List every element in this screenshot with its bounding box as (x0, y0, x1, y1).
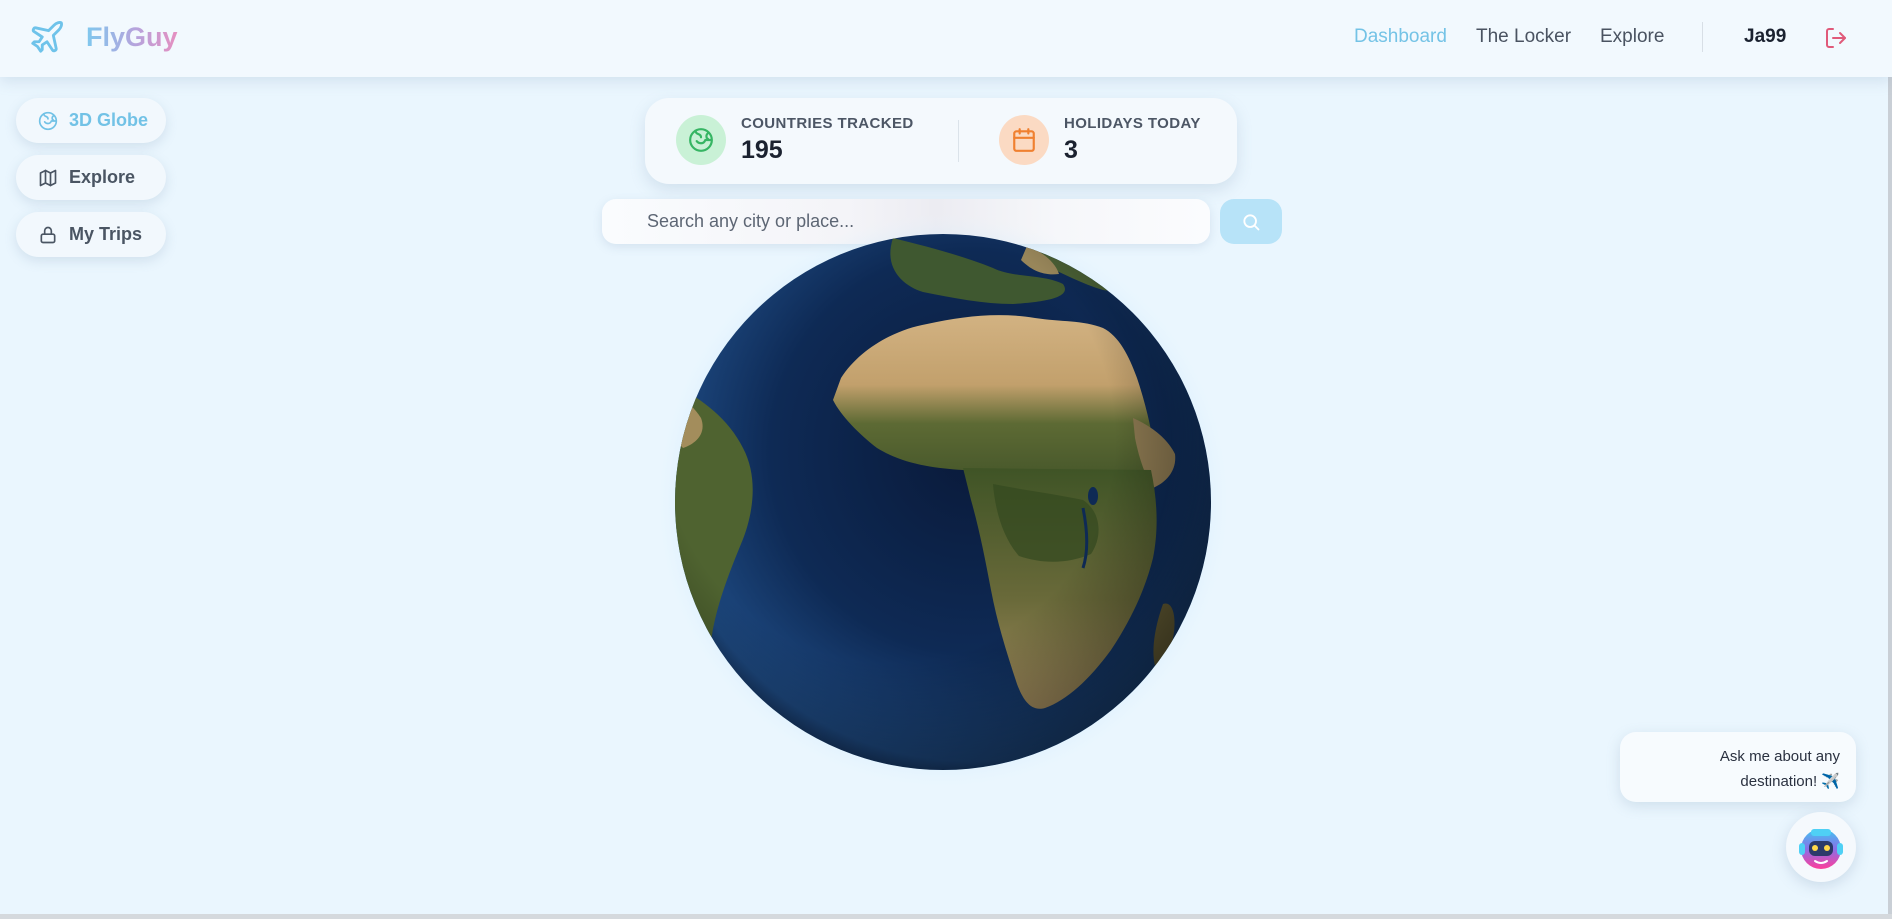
sidebar-item-label: My Trips (69, 224, 143, 244)
sidebar-item-label: 3D Globe (69, 110, 149, 130)
calendar-icon (1013, 128, 1035, 152)
username[interactable]: Ja99 (1744, 26, 1786, 48)
top-header: FlyGuy Dashboard The Locker Explore Ja99 (0, 0, 1892, 77)
chat-assistant-avatar[interactable] (1786, 812, 1856, 882)
brand[interactable]: FlyGuy (28, 18, 178, 56)
sidebar-item-label: Explore (69, 167, 136, 187)
globe-icon (38, 111, 58, 130)
chat-line-2: destination! ✈️ (1740, 773, 1840, 790)
logout-icon[interactable] (1824, 26, 1848, 50)
nav-dashboard[interactable]: Dashboard (1354, 26, 1447, 48)
nav-the-locker[interactable]: The Locker (1476, 26, 1571, 48)
3d-globe[interactable] (653, 212, 1233, 792)
globe-icon (689, 128, 713, 152)
sidebar-item-explore[interactable]: Explore (16, 155, 166, 200)
lock-icon (40, 226, 56, 243)
chat-line-1: Ask me about any (1719, 748, 1840, 765)
chat-bubble[interactable]: Ask me about any destination! ✈️ (1620, 732, 1856, 802)
bottom-edge (0, 914, 1892, 919)
search-button[interactable] (1220, 199, 1282, 244)
plane-icon (31, 21, 63, 53)
holidays-icon-badge (999, 115, 1049, 165)
sidebar-item-my-trips[interactable]: My Trips (16, 212, 166, 257)
stats-card: COUNTRIES TRACKED 195 HOLIDAYS TODAY 3 (645, 98, 1237, 184)
countries-icon-badge (676, 115, 726, 165)
brand-name: FlyGuy (86, 21, 178, 52)
holidays-today-label: HOLIDAYS TODAY (1064, 115, 1201, 132)
map-icon (39, 169, 57, 186)
sidebar-item-3d-globe[interactable]: 3D Globe (16, 98, 166, 143)
countries-tracked-label: COUNTRIES TRACKED (741, 115, 914, 132)
search-icon (1243, 213, 1260, 230)
nav-explore[interactable]: Explore (1600, 26, 1664, 48)
nav-divider (1702, 22, 1703, 52)
holidays-today-value: 3 (1064, 136, 1078, 164)
countries-tracked-value: 195 (741, 136, 783, 164)
vertical-scrollbar[interactable] (1888, 77, 1892, 919)
robot-avatar-icon (1799, 829, 1843, 869)
stats-divider (958, 120, 959, 162)
